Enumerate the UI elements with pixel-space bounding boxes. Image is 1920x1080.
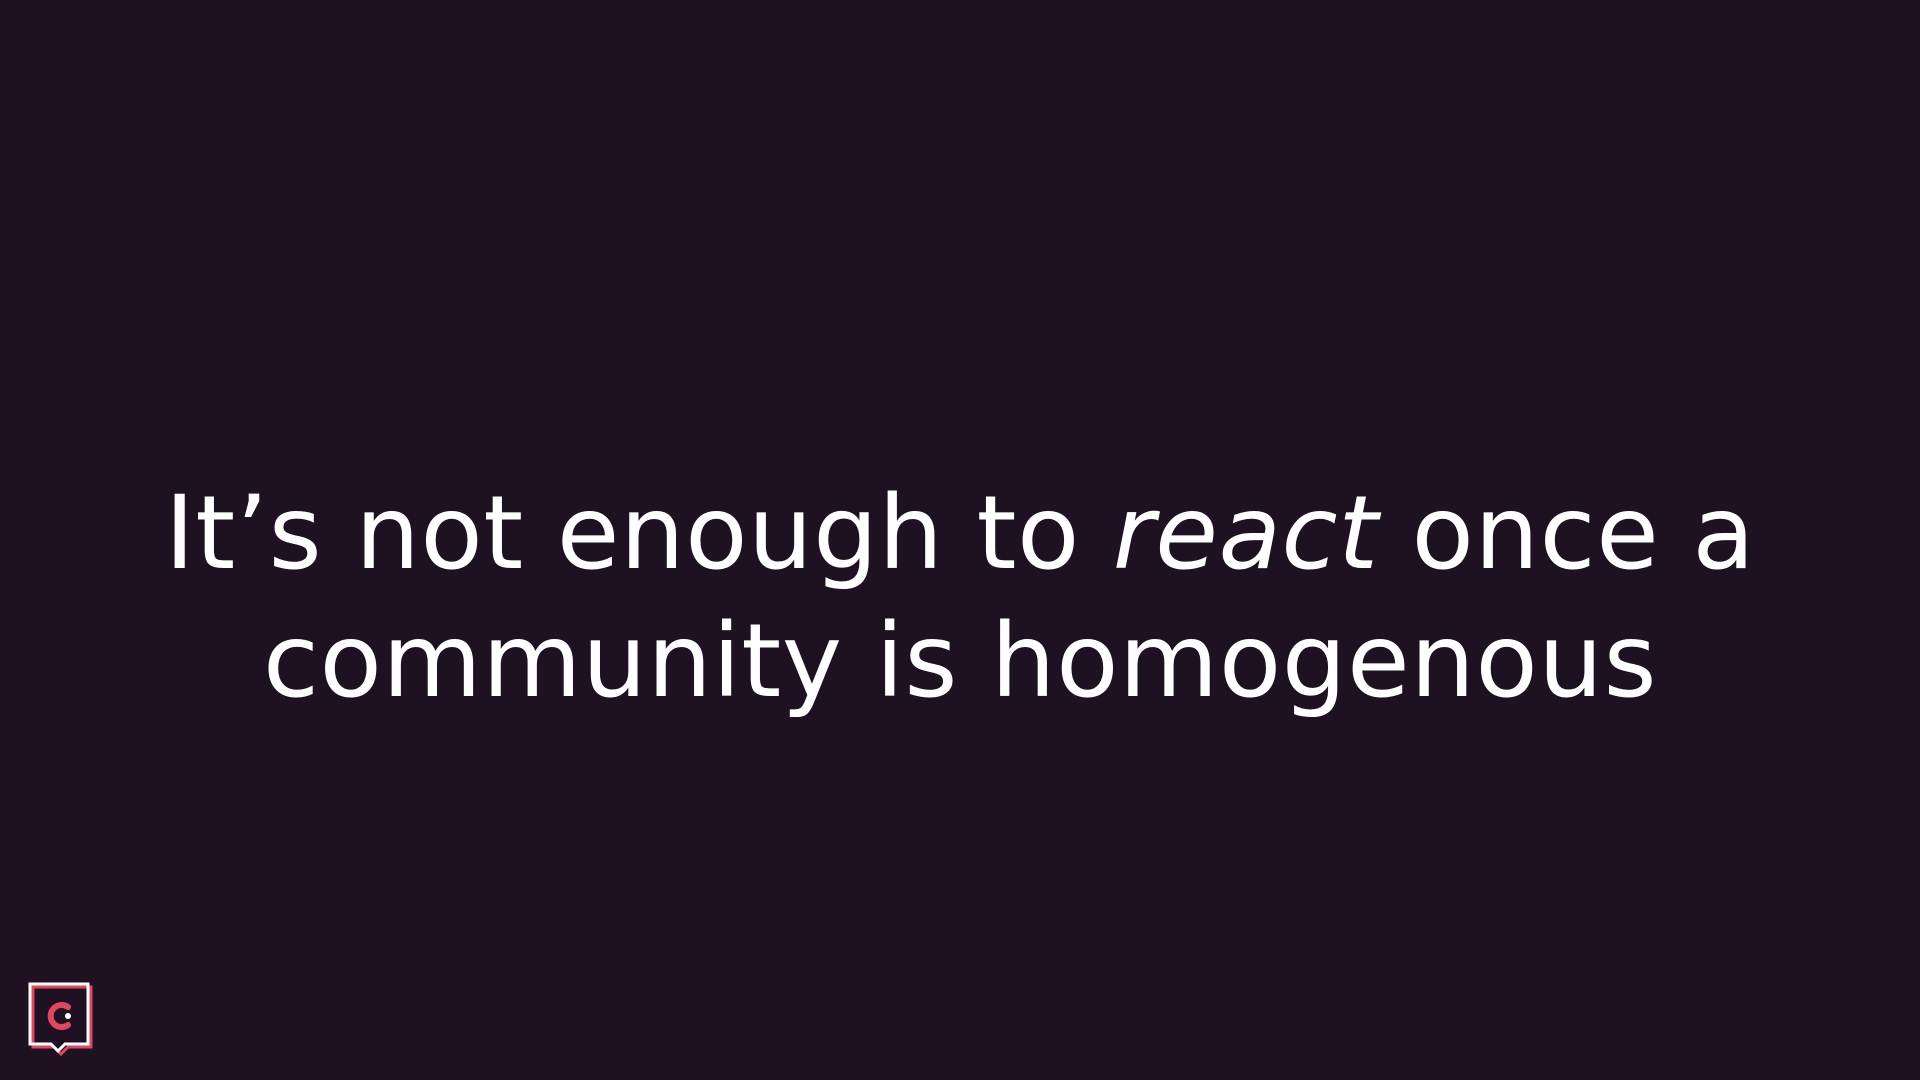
slide-statement: It’s not enough to react once a communit… <box>160 470 1760 726</box>
statement-emphasis: react <box>1112 474 1379 593</box>
statement-text-before: It’s not enough to <box>164 474 1113 593</box>
c-speech-bubble-logo-icon <box>28 982 93 1056</box>
slide: It’s not enough to react once a communit… <box>0 0 1920 1080</box>
